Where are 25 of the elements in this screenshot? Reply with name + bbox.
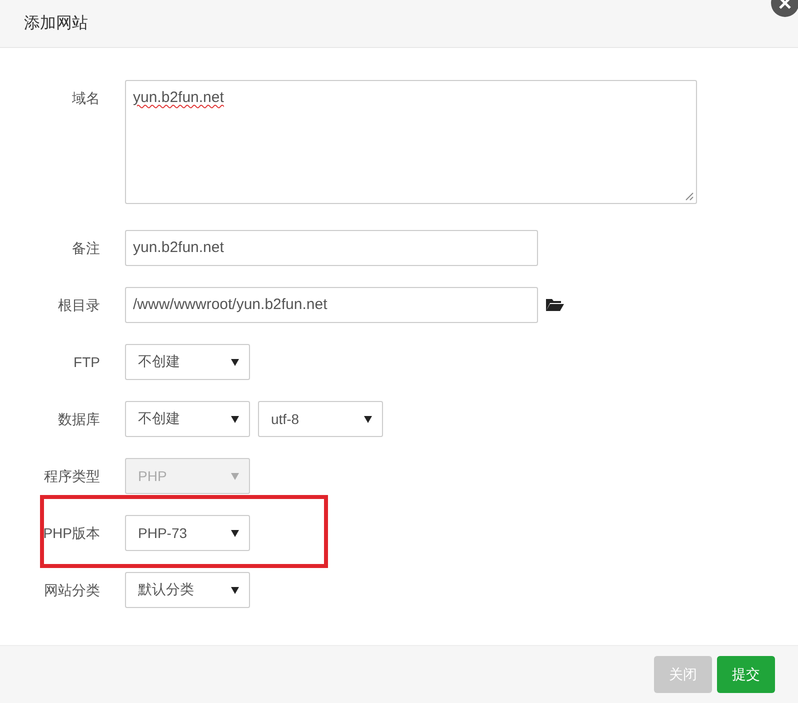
dropdown[interactable]: 不创建 xyxy=(125,401,250,437)
caret-icon xyxy=(364,416,372,422)
field-label: 数据库 xyxy=(57,410,101,429)
field-label: 程序类型 xyxy=(43,467,101,486)
window-title: 添加网站 xyxy=(24,14,88,34)
dropdown[interactable]: PHP-73 xyxy=(125,515,250,551)
dropdown[interactable]: utf-8 xyxy=(258,401,383,437)
field-label: 根目录 xyxy=(57,296,101,315)
field-label: 网站分类 xyxy=(43,581,101,600)
caret-icon xyxy=(231,358,239,366)
dropdown[interactable]: 默认分类 xyxy=(125,572,250,608)
field-label: FTP xyxy=(72,353,101,372)
caret-icon xyxy=(231,416,239,422)
dropdown[interactable]: 不创建 xyxy=(125,344,250,380)
input-field[interactable]: yun.b2fun.net xyxy=(125,230,538,266)
folder-icon[interactable] xyxy=(546,298,564,312)
caret-icon xyxy=(231,530,239,536)
caret-icon xyxy=(231,472,239,480)
field-label: 域名 xyxy=(71,89,101,108)
domain-textarea[interactable]: yun.b2fun.net xyxy=(125,80,697,204)
field-label: 备注 xyxy=(71,239,101,258)
caret-icon xyxy=(231,586,239,594)
input-field[interactable]: /www/wwwroot/yun.b2fun.net xyxy=(125,287,538,323)
field-label: PHP版本 xyxy=(42,524,101,543)
resize-grip-icon[interactable] xyxy=(685,192,694,201)
